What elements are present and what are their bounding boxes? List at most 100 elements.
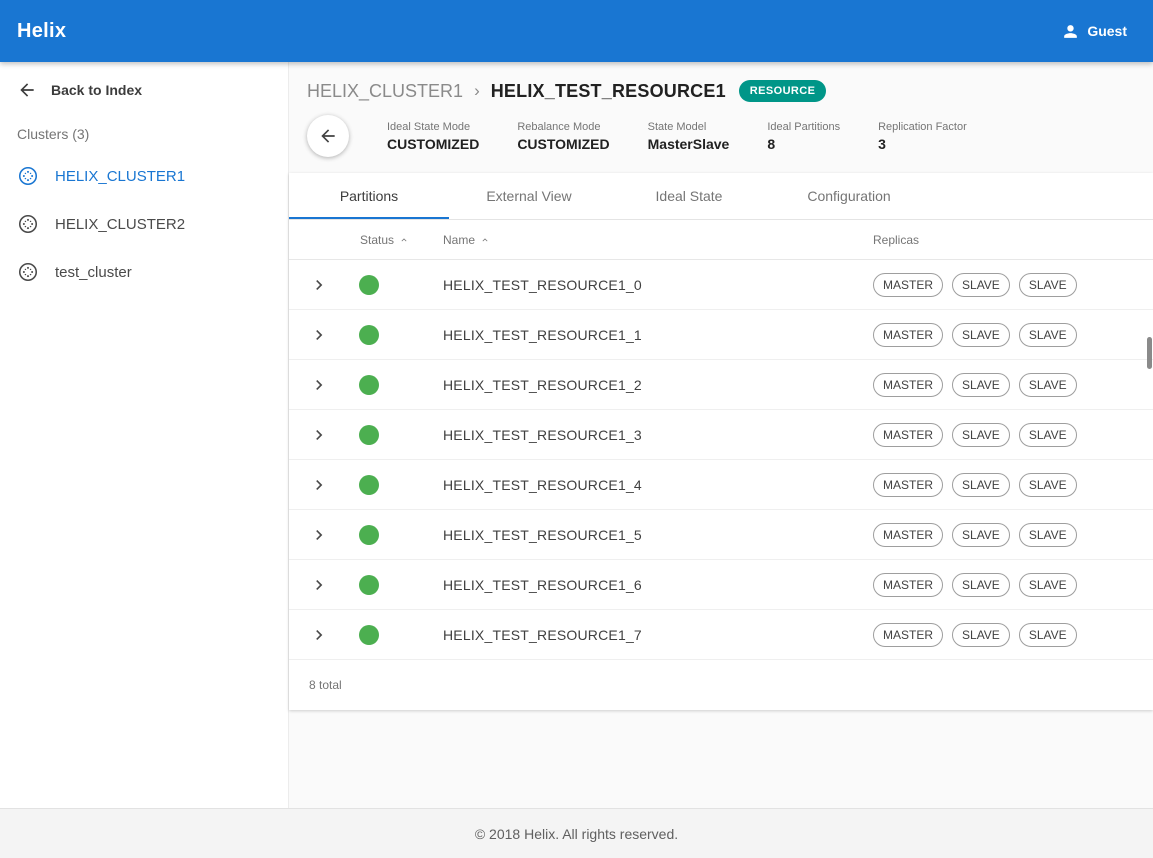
tab-bar: Partitions External View Ideal State Con…: [289, 173, 1153, 220]
sidebar-item-helix-cluster2[interactable]: HELIX_CLUSTER2: [0, 200, 288, 248]
replica-chip: SLAVE: [952, 423, 1010, 447]
replica-chip: SLAVE: [952, 523, 1010, 547]
meta-ideal-partitions: Ideal Partitions 8: [767, 121, 840, 152]
breadcrumb: HELIX_CLUSTER1 › HELIX_TEST_RESOURCE1 RE…: [307, 80, 1129, 102]
replica-chips: MASTER SLAVE SLAVE: [873, 273, 1153, 297]
resource-type-badge: RESOURCE: [739, 80, 827, 102]
expand-row-button[interactable]: [289, 625, 345, 645]
back-arrow-icon: [318, 126, 338, 146]
replica-chip: SLAVE: [1019, 573, 1077, 597]
replica-chip: SLAVE: [1019, 323, 1077, 347]
status-healthy-dot: [359, 275, 379, 295]
partition-name: HELIX_TEST_RESOURCE1_3: [443, 427, 873, 443]
page-footer: © 2018 Helix. All rights reserved.: [0, 808, 1153, 858]
cluster-icon: [17, 261, 39, 283]
meta-rebalance-mode: Rebalance Mode CUSTOMIZED: [517, 121, 609, 152]
replica-chip: MASTER: [873, 373, 943, 397]
replica-chip: SLAVE: [1019, 523, 1077, 547]
status-healthy-dot: [359, 475, 379, 495]
chevron-right-icon: [309, 525, 329, 545]
status-cell: [345, 275, 443, 295]
sidebar-item-label: HELIX_CLUSTER2: [55, 216, 185, 233]
column-label: Name: [443, 233, 475, 247]
status-cell: [345, 375, 443, 395]
expand-row-button[interactable]: [289, 325, 345, 345]
status-healthy-dot: [359, 425, 379, 445]
meta-value: CUSTOMIZED: [387, 136, 479, 152]
sidebar-item-test-cluster[interactable]: test_cluster: [0, 248, 288, 296]
tab-partitions[interactable]: Partitions: [289, 173, 449, 219]
replica-chips: MASTER SLAVE SLAVE: [873, 623, 1153, 647]
expand-row-button[interactable]: [289, 475, 345, 495]
partition-name: HELIX_TEST_RESOURCE1_4: [443, 477, 873, 493]
table-row: HELIX_TEST_RESOURCE1_3 MASTER SLAVE SLAV…: [289, 410, 1153, 460]
replica-chip: MASTER: [873, 323, 943, 347]
sort-asc-icon: [480, 235, 490, 245]
meta-label: Ideal State Mode: [387, 121, 479, 133]
cluster-icon: [17, 213, 39, 235]
resource-meta-row: Ideal State Mode CUSTOMIZED Rebalance Mo…: [307, 115, 1129, 157]
chevron-right-icon: [309, 475, 329, 495]
expand-row-button[interactable]: [289, 275, 345, 295]
replica-chip: MASTER: [873, 473, 943, 497]
replica-chip: SLAVE: [952, 473, 1010, 497]
expand-row-button[interactable]: [289, 425, 345, 445]
chevron-right-icon: [309, 575, 329, 595]
breadcrumb-separator-icon: ›: [474, 81, 480, 101]
replica-chip: SLAVE: [952, 373, 1010, 397]
table-total-label: 8 total: [289, 660, 1153, 710]
status-healthy-dot: [359, 375, 379, 395]
tab-configuration[interactable]: Configuration: [769, 173, 929, 219]
column-label: Replicas: [873, 233, 919, 247]
replica-chips: MASTER SLAVE SLAVE: [873, 473, 1153, 497]
status-cell: [345, 425, 443, 445]
meta-value: 3: [878, 136, 967, 152]
meta-label: State Model: [648, 121, 730, 133]
meta-value: MasterSlave: [648, 136, 730, 152]
user-menu[interactable]: Guest: [1061, 22, 1127, 41]
replica-chips: MASTER SLAVE SLAVE: [873, 523, 1153, 547]
replica-chip: SLAVE: [952, 323, 1010, 347]
replica-chip: MASTER: [873, 623, 943, 647]
back-button[interactable]: [307, 115, 349, 157]
breadcrumb-cluster-link[interactable]: HELIX_CLUSTER1: [307, 81, 463, 102]
status-cell: [345, 475, 443, 495]
app-title: Helix: [17, 20, 66, 43]
partition-name: HELIX_TEST_RESOURCE1_5: [443, 527, 873, 543]
column-header-status[interactable]: Status: [345, 233, 443, 247]
status-cell: [345, 525, 443, 545]
replica-chip: SLAVE: [952, 623, 1010, 647]
partition-name: HELIX_TEST_RESOURCE1_6: [443, 577, 873, 593]
partition-name: HELIX_TEST_RESOURCE1_2: [443, 377, 873, 393]
sidebar-item-label: HELIX_CLUSTER1: [55, 168, 185, 185]
tab-external-view[interactable]: External View: [449, 173, 609, 219]
copyright-text: © 2018 Helix. All rights reserved.: [475, 826, 678, 842]
expand-row-button[interactable]: [289, 525, 345, 545]
content-area: Back to Index Clusters (3) HELIX_CLUSTER…: [0, 62, 1153, 808]
resource-card: Partitions External View Ideal State Con…: [289, 173, 1153, 710]
expand-row-button[interactable]: [289, 575, 345, 595]
tab-ideal-state[interactable]: Ideal State: [609, 173, 769, 219]
status-healthy-dot: [359, 325, 379, 345]
replica-chip: SLAVE: [1019, 373, 1077, 397]
meta-label: Replication Factor: [878, 121, 967, 133]
scrollbar-thumb[interactable]: [1147, 337, 1152, 369]
meta-label: Ideal Partitions: [767, 121, 840, 133]
expand-row-button[interactable]: [289, 375, 345, 395]
table-row: HELIX_TEST_RESOURCE1_5 MASTER SLAVE SLAV…: [289, 510, 1153, 560]
table-row: HELIX_TEST_RESOURCE1_6 MASTER SLAVE SLAV…: [289, 560, 1153, 610]
back-to-index-link[interactable]: Back to Index: [0, 70, 288, 110]
replica-chip: SLAVE: [1019, 423, 1077, 447]
replica-chip: SLAVE: [1019, 623, 1077, 647]
replica-chip: SLAVE: [952, 273, 1010, 297]
replica-chip: SLAVE: [1019, 273, 1077, 297]
sidebar-item-helix-cluster1[interactable]: HELIX_CLUSTER1: [0, 152, 288, 200]
replica-chips: MASTER SLAVE SLAVE: [873, 323, 1153, 347]
person-icon: [1061, 22, 1080, 41]
chevron-right-icon: [309, 625, 329, 645]
column-label: Status: [360, 233, 394, 247]
meta-value: CUSTOMIZED: [517, 136, 609, 152]
column-header-name[interactable]: Name: [443, 233, 873, 247]
replica-chip: SLAVE: [1019, 473, 1077, 497]
table-row: HELIX_TEST_RESOURCE1_2 MASTER SLAVE SLAV…: [289, 360, 1153, 410]
